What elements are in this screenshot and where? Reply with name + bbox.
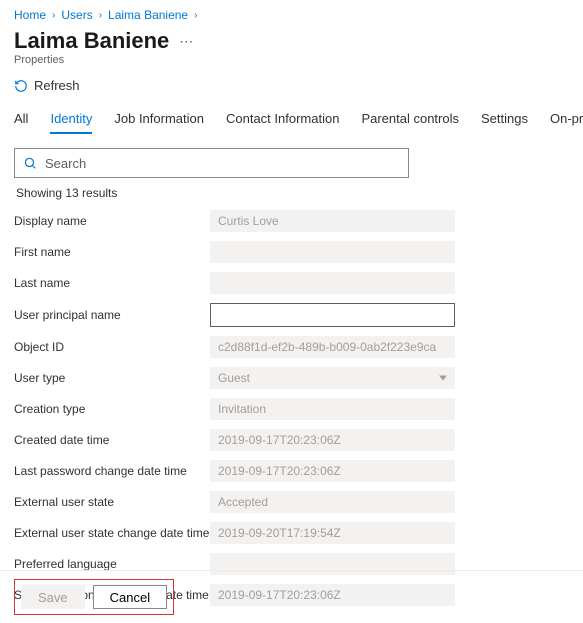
tabs: All Identity Job Information Contact Inf… xyxy=(14,111,569,134)
tab-parental-controls[interactable]: Parental controls xyxy=(361,111,459,134)
field-row: User typeGuest xyxy=(14,367,569,389)
field-label: Last name xyxy=(14,276,210,290)
field-value: c2d88f1d-ef2b-489b-b009-0ab2f223e9ca xyxy=(210,336,455,358)
field-input[interactable] xyxy=(210,303,455,327)
tab-settings[interactable]: Settings xyxy=(481,111,528,134)
breadcrumb-current[interactable]: Laima Baniene xyxy=(108,8,188,22)
page-title: Laima Baniene xyxy=(14,28,169,54)
more-actions-icon[interactable]: ⋯ xyxy=(179,33,193,50)
page-subtitle: Properties xyxy=(14,54,569,66)
field-label: Last password change date time xyxy=(14,464,210,478)
field-label: Display name xyxy=(14,214,210,228)
field-value: 2019-09-17T20:23:06Z xyxy=(210,429,455,451)
field-label: User principal name xyxy=(14,308,210,322)
chevron-right-icon: › xyxy=(99,10,102,21)
field-row: Last password change date time2019-09-17… xyxy=(14,460,569,482)
refresh-button[interactable]: Refresh xyxy=(14,78,80,93)
tab-on-premises[interactable]: On-premises xyxy=(550,111,583,134)
field-label: Created date time xyxy=(14,433,210,447)
field-row: First name xyxy=(14,241,569,263)
breadcrumb-users[interactable]: Users xyxy=(61,8,92,22)
tab-all[interactable]: All xyxy=(14,111,28,134)
chevron-right-icon: › xyxy=(194,10,197,21)
refresh-icon xyxy=(14,79,28,93)
tab-job-information[interactable]: Job Information xyxy=(114,111,204,134)
cancel-button[interactable]: Cancel xyxy=(93,585,167,609)
search-icon xyxy=(23,156,37,170)
breadcrumb-home[interactable]: Home xyxy=(14,8,46,22)
field-row: External user stateAccepted xyxy=(14,491,569,513)
footer-bar: Save Cancel xyxy=(0,570,583,615)
field-row: User principal name xyxy=(14,303,569,327)
field-label: Creation type xyxy=(14,402,210,416)
field-label: Object ID xyxy=(14,340,210,354)
field-value: Accepted xyxy=(210,491,455,513)
breadcrumb: Home › Users › Laima Baniene › xyxy=(14,8,569,22)
chevron-right-icon: › xyxy=(52,10,55,21)
field-value: 2019-09-20T17:19:54Z xyxy=(210,522,455,544)
search-box[interactable] xyxy=(14,148,409,178)
field-label: External user state xyxy=(14,495,210,509)
field-value: Curtis Love xyxy=(210,210,455,232)
save-button[interactable]: Save xyxy=(21,585,85,609)
field-row: Creation typeInvitation xyxy=(14,398,569,420)
fields-list: Display nameCurtis LoveFirst nameLast na… xyxy=(14,210,569,606)
field-label: External user state change date time xyxy=(14,526,210,540)
field-label: User type xyxy=(14,371,210,385)
field-row: Display nameCurtis Love xyxy=(14,210,569,232)
field-dropdown[interactable]: Guest xyxy=(210,367,455,389)
field-value: 2019-09-17T20:23:06Z xyxy=(210,460,455,482)
field-row: Created date time2019-09-17T20:23:06Z xyxy=(14,429,569,451)
tab-contact-information[interactable]: Contact Information xyxy=(226,111,339,134)
field-row: External user state change date time2019… xyxy=(14,522,569,544)
results-count: Showing 13 results xyxy=(16,186,569,200)
field-label: First name xyxy=(14,245,210,259)
field-value xyxy=(210,272,455,294)
footer-highlight: Save Cancel xyxy=(14,579,174,615)
field-value xyxy=(210,241,455,263)
field-label: Preferred language xyxy=(14,557,210,571)
search-input[interactable] xyxy=(45,156,400,171)
field-row: Object IDc2d88f1d-ef2b-489b-b009-0ab2f22… xyxy=(14,336,569,358)
field-value: Invitation xyxy=(210,398,455,420)
refresh-label: Refresh xyxy=(34,78,80,93)
tab-identity[interactable]: Identity xyxy=(50,111,92,134)
field-row: Last name xyxy=(14,272,569,294)
